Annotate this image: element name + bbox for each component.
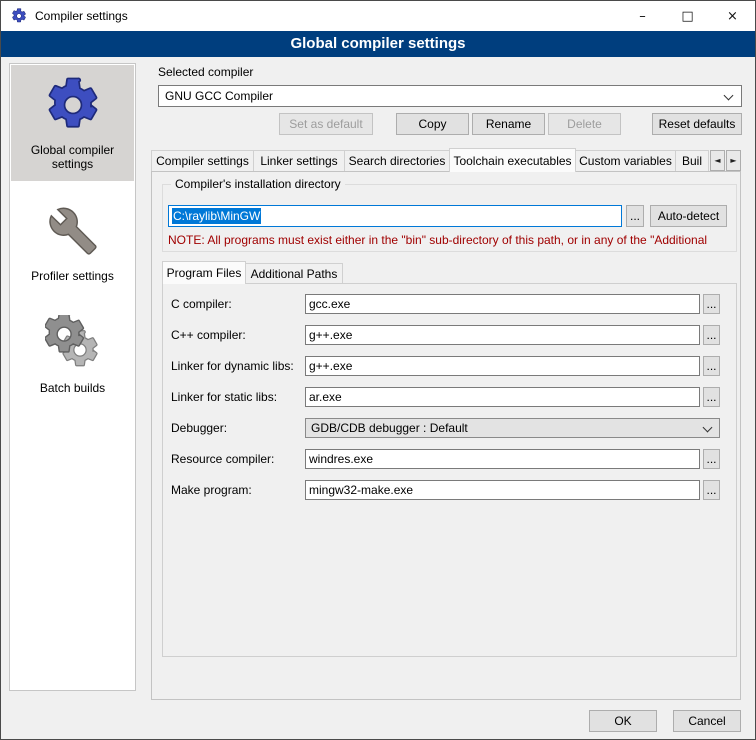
c-compiler-input[interactable] bbox=[305, 294, 700, 314]
sidebar-item-label: Global compiler settings bbox=[13, 143, 132, 171]
tab-custom-variables[interactable]: Custom variables bbox=[575, 150, 676, 171]
window-title: Compiler settings bbox=[35, 9, 128, 23]
main-content: Selected compiler GNU GCC Compiler Set a… bbox=[146, 63, 749, 703]
maximize-icon[interactable]: □ bbox=[665, 1, 710, 31]
window-gear-icon bbox=[11, 8, 27, 24]
field-row-cpp-compiler: C++ compiler: ... bbox=[171, 324, 720, 346]
installation-directory-label: Compiler's installation directory bbox=[171, 177, 345, 191]
wrench-icon bbox=[13, 199, 132, 263]
toolchain-panel: Compiler's installation directory C:\ray… bbox=[151, 171, 741, 700]
sidebar-item-global-compiler-settings[interactable]: Global compiler settings bbox=[11, 65, 134, 181]
make-program-label: Make program: bbox=[171, 483, 305, 497]
compiler-select[interactable]: GNU GCC Compiler bbox=[158, 85, 742, 107]
chevron-down-icon bbox=[703, 423, 713, 433]
browse-directory-button[interactable]: ... bbox=[626, 205, 644, 227]
blue-gear-icon bbox=[13, 73, 132, 137]
titlebar: Compiler settings – □ × bbox=[1, 1, 755, 31]
resource-compiler-label: Resource compiler: bbox=[171, 452, 305, 466]
rename-button[interactable]: Rename bbox=[472, 113, 545, 135]
compiler-select-value: GNU GCC Compiler bbox=[165, 89, 273, 103]
tab-toolchain-executables[interactable]: Toolchain executables bbox=[449, 148, 576, 172]
page-title: Global compiler settings bbox=[1, 31, 755, 57]
tab-compiler-settings[interactable]: Compiler settings bbox=[151, 150, 254, 171]
tab-search-directories[interactable]: Search directories bbox=[344, 150, 450, 171]
copy-button[interactable]: Copy bbox=[396, 113, 469, 135]
field-row-resource-compiler: Resource compiler: ... bbox=[171, 448, 720, 470]
browse-make-program-button[interactable]: ... bbox=[703, 480, 720, 500]
field-row-debugger: Debugger: GDB/CDB debugger : Default bbox=[171, 417, 720, 439]
make-program-input[interactable] bbox=[305, 480, 700, 500]
field-row-static-linker: Linker for static libs: ... bbox=[171, 386, 720, 408]
sidebar-item-label: Profiler settings bbox=[13, 269, 132, 283]
debugger-select[interactable]: GDB/CDB debugger : Default bbox=[305, 418, 720, 438]
browse-dynamic-linker-button[interactable]: ... bbox=[703, 356, 720, 376]
chevron-down-icon bbox=[724, 91, 734, 101]
bin-subdirectory-note: NOTE: All programs must exist either in … bbox=[168, 233, 734, 247]
gray-gears-icon bbox=[13, 311, 132, 375]
tab-scroll-left-icon[interactable]: ◄ bbox=[710, 150, 725, 171]
cpp-compiler-label: C++ compiler: bbox=[171, 328, 305, 342]
selected-path-text: C:\raylib\MinGW bbox=[172, 208, 261, 224]
sidebar-item-label: Batch builds bbox=[13, 381, 132, 395]
program-files-panel: C compiler: ... C++ compiler: ... Linker… bbox=[162, 283, 737, 657]
auto-detect-button[interactable]: Auto-detect bbox=[650, 205, 727, 227]
subtab-program-files[interactable]: Program Files bbox=[162, 261, 246, 284]
set-as-default-button: Set as default bbox=[279, 113, 373, 135]
tab-bar: Compiler settings Linker settings Search… bbox=[151, 148, 741, 171]
sidebar-item-batch-builds[interactable]: Batch builds bbox=[11, 303, 134, 405]
tab-build-options[interactable]: Buil bbox=[675, 150, 709, 171]
tab-scroll-right-icon[interactable]: ► bbox=[726, 150, 741, 171]
browse-c-compiler-button[interactable]: ... bbox=[703, 294, 720, 314]
cancel-button[interactable]: Cancel bbox=[673, 710, 741, 732]
settings-sidebar: Global compiler settings Profiler settin… bbox=[9, 63, 136, 691]
browse-cpp-compiler-button[interactable]: ... bbox=[703, 325, 720, 345]
dynamic-linker-label: Linker for dynamic libs: bbox=[171, 359, 305, 373]
compiler-settings-dialog: Compiler settings – □ × Global compiler … bbox=[0, 0, 756, 740]
compiler-actions: Set as default Copy Rename Delete Reset … bbox=[146, 113, 742, 135]
reset-defaults-button[interactable]: Reset defaults bbox=[652, 113, 742, 135]
installation-directory-group: Compiler's installation directory C:\ray… bbox=[162, 184, 737, 252]
ok-button[interactable]: OK bbox=[589, 710, 657, 732]
c-compiler-label: C compiler: bbox=[171, 297, 305, 311]
browse-resource-compiler-button[interactable]: ... bbox=[703, 449, 720, 469]
minimize-icon[interactable]: – bbox=[620, 1, 665, 31]
field-row-c-compiler: C compiler: ... bbox=[171, 293, 720, 315]
close-icon[interactable]: × bbox=[710, 1, 755, 31]
selected-compiler-label: Selected compiler bbox=[158, 65, 253, 79]
tab-linker-settings[interactable]: Linker settings bbox=[253, 150, 345, 171]
field-row-dynamic-linker: Linker for dynamic libs: ... bbox=[171, 355, 720, 377]
subtab-additional-paths[interactable]: Additional Paths bbox=[245, 263, 343, 283]
static-linker-label: Linker for static libs: bbox=[171, 390, 305, 404]
installation-directory-input[interactable]: C:\raylib\MinGW bbox=[168, 205, 622, 227]
browse-static-linker-button[interactable]: ... bbox=[703, 387, 720, 407]
debugger-label: Debugger: bbox=[171, 421, 305, 435]
debugger-select-value: GDB/CDB debugger : Default bbox=[311, 421, 468, 435]
cpp-compiler-input[interactable] bbox=[305, 325, 700, 345]
resource-compiler-input[interactable] bbox=[305, 449, 700, 469]
sidebar-item-profiler-settings[interactable]: Profiler settings bbox=[11, 191, 134, 293]
window-controls: – □ × bbox=[620, 1, 755, 31]
delete-button: Delete bbox=[548, 113, 621, 135]
dynamic-linker-input[interactable] bbox=[305, 356, 700, 376]
field-row-make-program: Make program: ... bbox=[171, 479, 720, 501]
static-linker-input[interactable] bbox=[305, 387, 700, 407]
subtab-bar: Program Files Additional Paths bbox=[162, 261, 343, 283]
